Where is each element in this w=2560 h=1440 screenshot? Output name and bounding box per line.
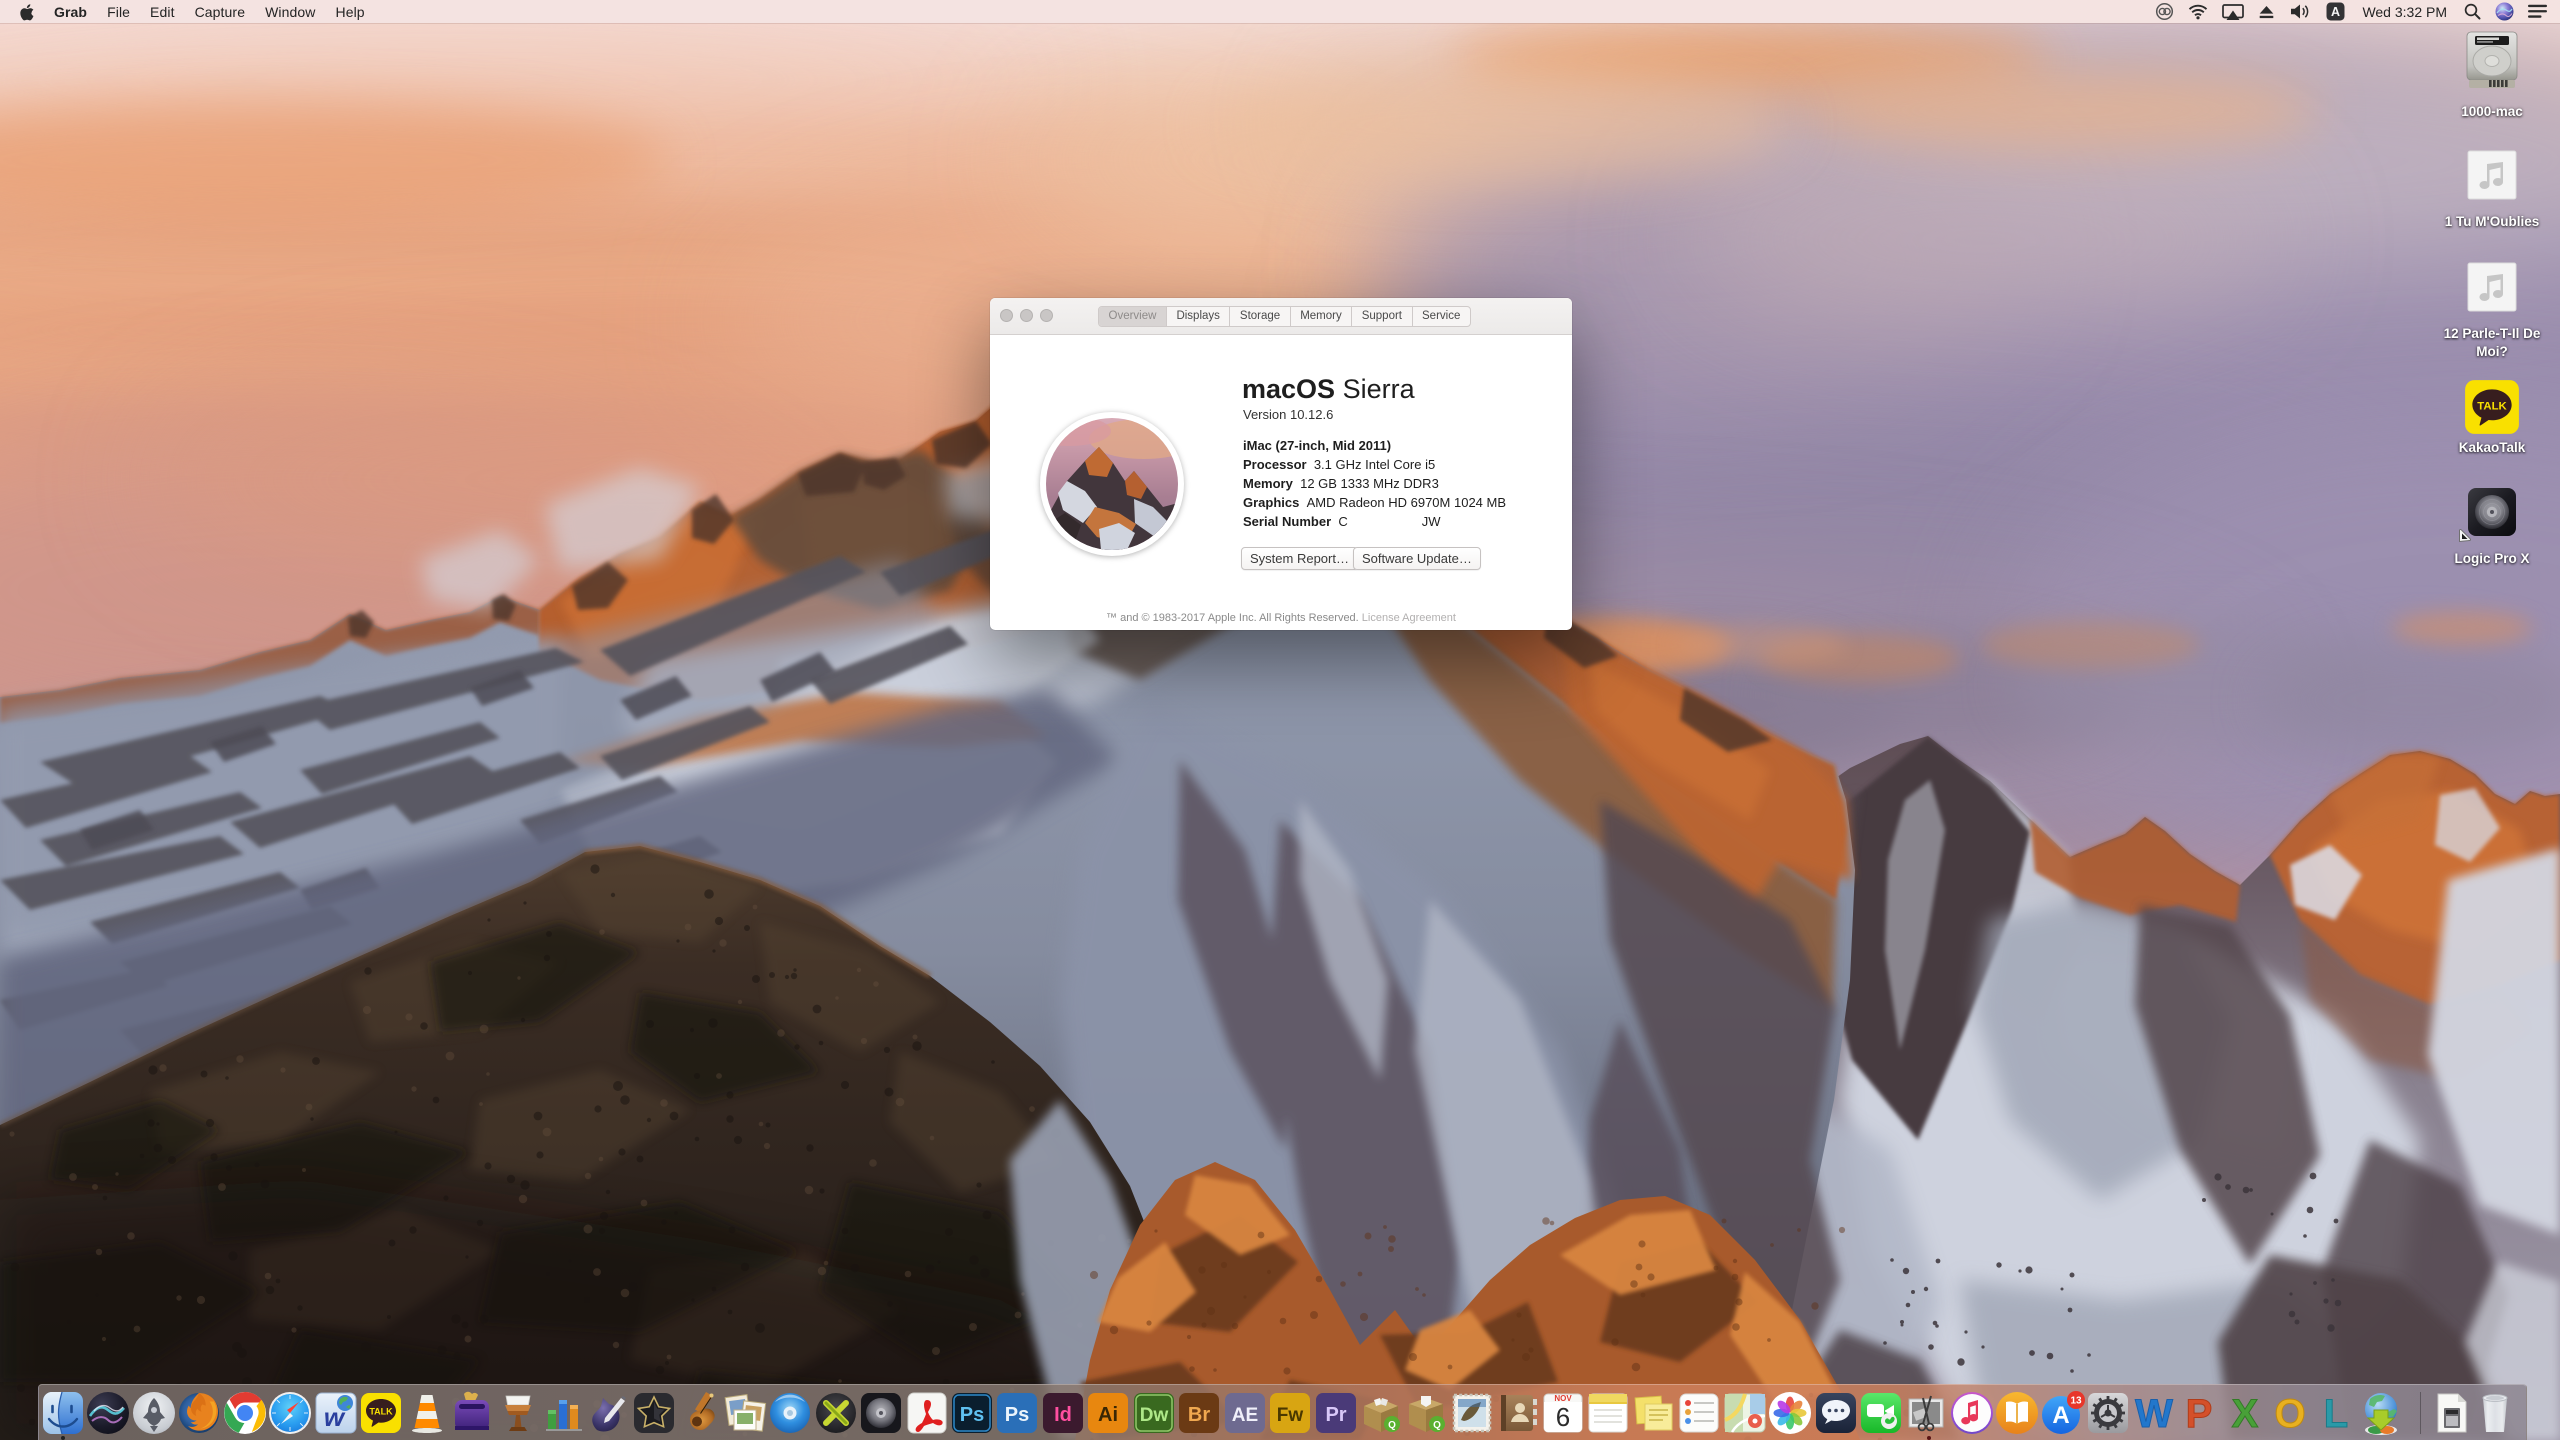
svg-text:Pr: Pr xyxy=(1325,1404,1346,1426)
svg-text:Dw: Dw xyxy=(1140,1405,1169,1426)
svg-text:Ps: Ps xyxy=(1005,1404,1029,1426)
svg-text:O: O xyxy=(2274,1392,2305,1436)
svg-text:13: 13 xyxy=(2070,1396,2082,1407)
svg-text:P: P xyxy=(2186,1392,2213,1436)
svg-text:Id: Id xyxy=(1054,1404,1072,1426)
svg-text:Q: Q xyxy=(1433,1420,1441,1431)
svg-text:A: A xyxy=(2331,5,2340,19)
svg-text:6: 6 xyxy=(1556,1402,1570,1432)
svg-text:Fw: Fw xyxy=(1277,1405,1304,1426)
svg-text:Ai: Ai xyxy=(1098,1404,1118,1426)
svg-text:A: A xyxy=(2052,1402,2069,1429)
svg-text:X: X xyxy=(2232,1392,2259,1436)
svg-text:Q: Q xyxy=(1388,1420,1396,1431)
svg-text:TALK: TALK xyxy=(369,1407,393,1417)
svg-text:W: W xyxy=(2135,1392,2173,1436)
svg-text:TALK: TALK xyxy=(2477,401,2507,413)
svg-text:Ps: Ps xyxy=(960,1404,984,1426)
svg-text:L: L xyxy=(2324,1392,2348,1436)
svg-text:Br: Br xyxy=(1188,1404,1210,1426)
svg-text:AE: AE xyxy=(1232,1405,1258,1426)
svg-text:w: w xyxy=(324,1402,346,1432)
